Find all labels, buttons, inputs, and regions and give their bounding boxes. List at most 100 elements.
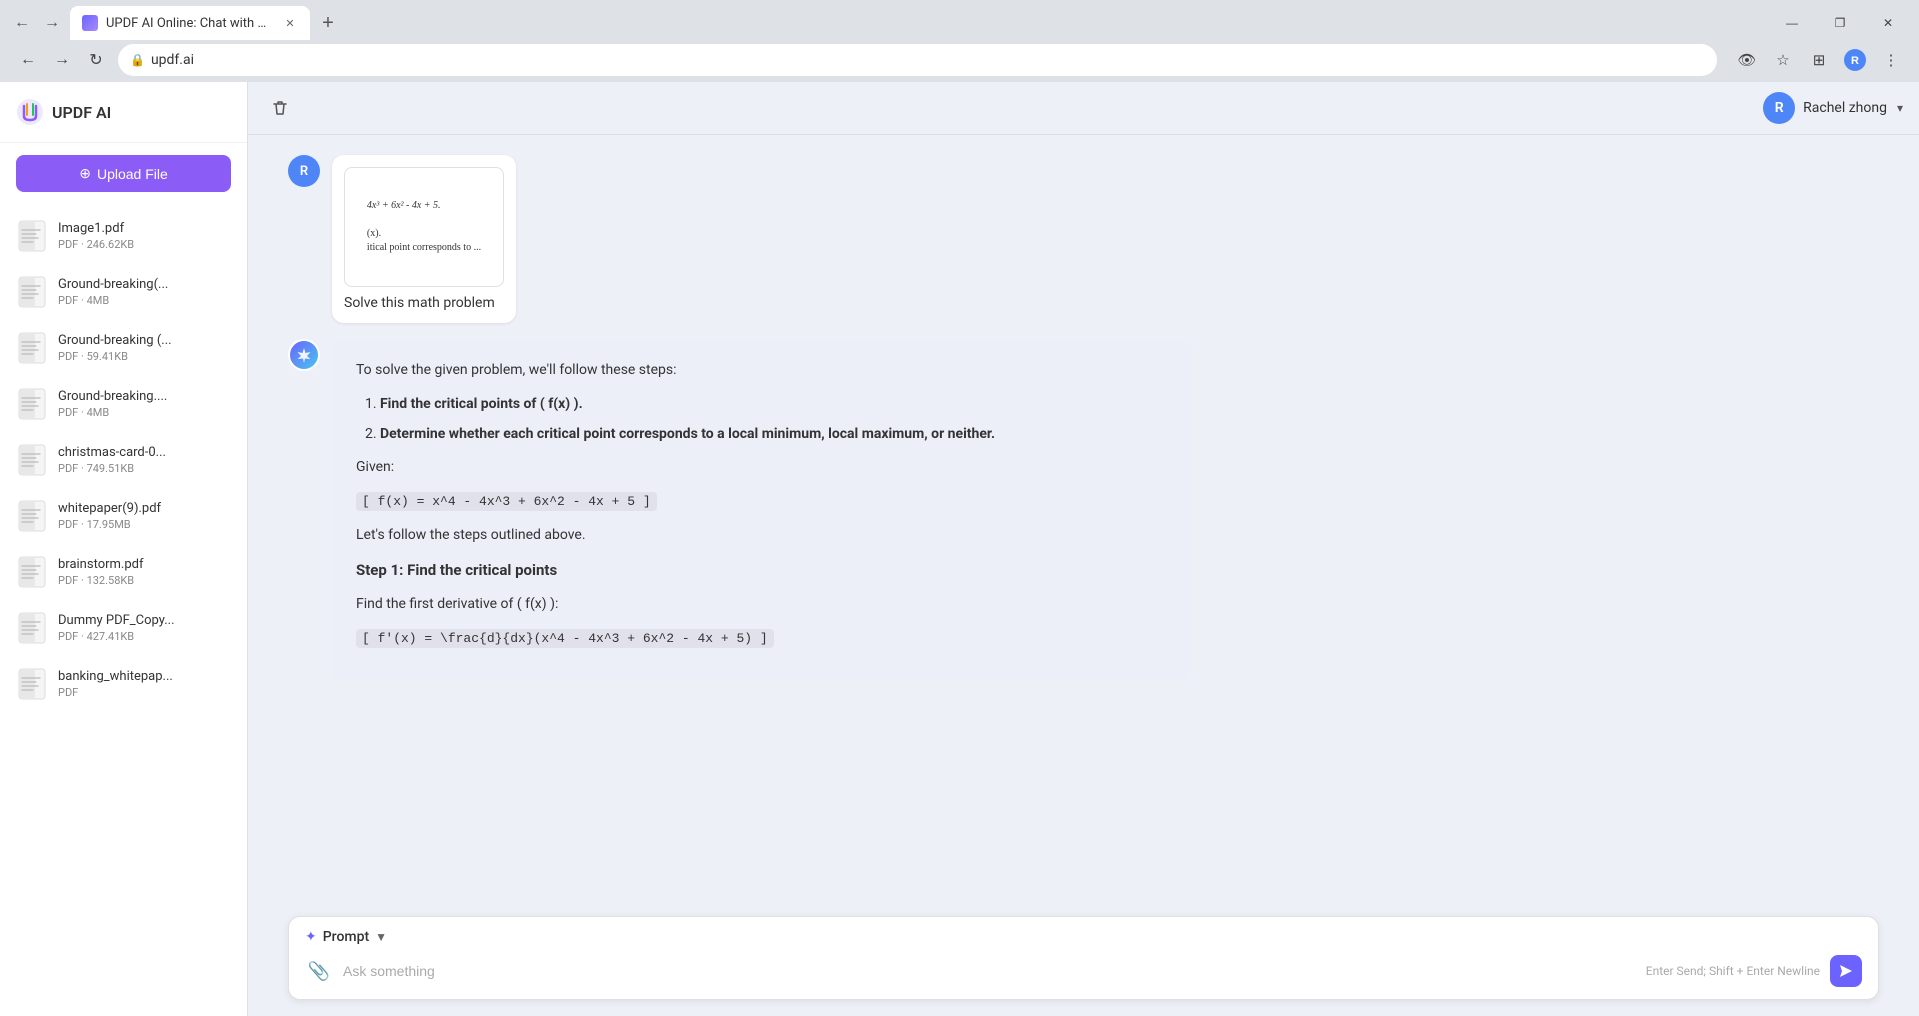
chat-area[interactable]: R 4x³ + 6x² - 4x + 5. (x). itical point … (248, 135, 1919, 904)
maximize-button[interactable]: ❐ (1817, 9, 1863, 37)
chevron-down-icon: ▾ (1897, 101, 1903, 115)
pdf-file-icon (18, 556, 46, 588)
app-container: UPDF AI ⊕ Upload File Image1.pdf PDF · 2… (0, 82, 1919, 1016)
ai-step-2: Determine whether each critical point co… (380, 423, 1168, 447)
back-nav-button[interactable]: ← (12, 44, 44, 76)
forward-nav-button[interactable]: → (46, 44, 78, 76)
math-line-3: itical point corresponds to ... (367, 241, 481, 255)
user-message-text: Solve this math problem (344, 295, 504, 311)
minimize-button[interactable]: — (1769, 9, 1815, 37)
upload-file-button[interactable]: ⊕ Upload File (16, 155, 231, 192)
pdf-file-icon (18, 444, 46, 476)
sidebar: UPDF AI ⊕ Upload File Image1.pdf PDF · 2… (0, 82, 248, 1016)
file-meta: PDF (58, 686, 231, 699)
ai-intro: To solve the given problem, we'll follow… (356, 359, 1168, 383)
user-bubble: 4x³ + 6x² - 4x + 5. (x). itical point co… (332, 155, 516, 323)
file-icon (16, 498, 48, 534)
file-info: christmas-card-0... PDF · 749.51KB (58, 445, 231, 475)
user-message-avatar: R (288, 155, 320, 187)
prompt-dropdown-icon[interactable]: ▼ (375, 930, 387, 944)
svg-text:R: R (1851, 55, 1859, 67)
file-list-item[interactable]: brainstorm.pdf PDF · 132.58KB (0, 544, 247, 600)
app-title: UPDF AI (52, 103, 111, 122)
file-icon (16, 330, 48, 366)
reload-button[interactable]: ↻ (80, 44, 112, 76)
user-avatar: R (1763, 92, 1795, 124)
file-info: brainstorm.pdf PDF · 132.58KB (58, 557, 231, 587)
ai-message-avatar (288, 339, 320, 371)
ai-message: To solve the given problem, we'll follow… (288, 339, 1879, 681)
back-button[interactable]: ← (8, 9, 36, 37)
file-list: Image1.pdf PDF · 246.62KB Ground-breakin… (0, 204, 247, 1016)
browser-tab[interactable]: UPDF AI Online: Chat with PDF ✕ (70, 6, 310, 40)
file-meta: PDF · 17.95MB (58, 518, 231, 531)
file-info: banking_whitepap... PDF (58, 669, 231, 699)
attach-icon: 📎 (308, 961, 330, 982)
file-name: christmas-card-0... (58, 445, 231, 460)
input-area: ✦ Prompt ▼ 📎 Enter Send; Shift + Enter N… (248, 904, 1919, 1016)
ai-step-1: Find the critical points of ( f(x) ). (380, 393, 1168, 417)
logo-icon (16, 98, 44, 126)
tab-close-button[interactable]: ✕ (282, 15, 298, 31)
bookmark-button[interactable]: ☆ (1767, 44, 1799, 76)
send-icon (1838, 963, 1854, 979)
attach-button[interactable]: 📎 (305, 957, 333, 985)
user-info[interactable]: R Rachel zhong ▾ (1763, 92, 1903, 124)
file-list-item[interactable]: Ground-breaking.... PDF · 4MB (0, 376, 247, 432)
file-list-item[interactable]: Image1.pdf PDF · 246.62KB (0, 208, 247, 264)
file-list-item[interactable]: Ground-breaking (... PDF · 59.41KB (0, 320, 247, 376)
navigation-buttons: ← → ↻ (12, 44, 112, 76)
file-meta: PDF · 4MB (58, 294, 231, 307)
forward-button[interactable]: → (38, 9, 66, 37)
main-content: R Rachel zhong ▾ R 4x³ + 6x² - 4x + 5. (248, 82, 1919, 1016)
chat-input[interactable] (343, 963, 1636, 979)
file-info: Ground-breaking (... PDF · 59.41KB (58, 333, 231, 363)
input-box: ✦ Prompt ▼ 📎 Enter Send; Shift + Enter N… (288, 916, 1879, 1000)
file-icon (16, 554, 48, 590)
upload-icon: ⊕ (79, 165, 91, 182)
file-meta: PDF · 59.41KB (58, 350, 231, 363)
file-info: Image1.pdf PDF · 246.62KB (58, 221, 231, 251)
file-name: Dummy PDF_Copy... (58, 613, 231, 628)
file-list-item[interactable]: Ground-breaking(... PDF · 4MB (0, 264, 247, 320)
file-list-item[interactable]: banking_whitepap... PDF (0, 656, 247, 712)
extensions-button[interactable]: ⊞ (1803, 44, 1835, 76)
ai-steps-list: Find the critical points of ( f(x) ). De… (380, 393, 1168, 447)
file-name: Ground-breaking (... (58, 333, 231, 348)
file-list-item[interactable]: whitepaper(9).pdf PDF · 17.95MB (0, 488, 247, 544)
address-bar: ← → ↻ 🔒 updf.ai 👁 ☆ ⊞ R ⋮ (0, 40, 1919, 82)
file-name: Image1.pdf (58, 221, 231, 236)
file-list-item[interactable]: christmas-card-0... PDF · 749.51KB (0, 432, 247, 488)
user-name: Rachel zhong (1803, 100, 1887, 116)
profile-button[interactable]: R (1839, 44, 1871, 76)
math-line-1: 4x³ + 6x² - 4x + 5. (367, 199, 481, 213)
file-icon (16, 274, 48, 310)
file-name: Ground-breaking.... (58, 389, 231, 404)
pdf-preview-content: 4x³ + 6x² - 4x + 5. (x). itical point co… (359, 191, 489, 263)
file-icon (16, 442, 48, 478)
eye-icon-button[interactable]: 👁 (1731, 44, 1763, 76)
url-bar[interactable]: 🔒 updf.ai (118, 44, 1717, 76)
file-info: Ground-breaking(... PDF · 4MB (58, 277, 231, 307)
new-tab-button[interactable]: + (314, 9, 342, 37)
input-row: 📎 Enter Send; Shift + Enter Newline (305, 955, 1862, 987)
pdf-file-icon (18, 276, 46, 308)
input-hint: Enter Send; Shift + Enter Newline (1646, 964, 1820, 978)
file-list-item[interactable]: Dummy PDF_Copy... PDF · 427.41KB (0, 600, 247, 656)
user-message: R 4x³ + 6x² - 4x + 5. (x). itical point … (288, 155, 1879, 323)
ai-bubble: To solve the given problem, we'll follow… (332, 339, 1192, 681)
ai-step1-heading: Step 1: Find the critical points (356, 558, 1168, 584)
sidebar-header: UPDF AI (0, 82, 247, 143)
file-icon (16, 386, 48, 422)
file-meta: PDF · 4MB (58, 406, 231, 419)
trash-icon (271, 99, 289, 117)
file-meta: PDF · 246.62KB (58, 238, 231, 251)
menu-button[interactable]: ⋮ (1875, 44, 1907, 76)
close-button[interactable]: ✕ (1865, 9, 1911, 37)
prompt-label: Prompt (323, 929, 369, 945)
ai-step1-derivative: [ f'(x) = \frac{d}{dx}(x^4 - 4x^3 + 6x^2… (356, 627, 1168, 651)
clear-chat-button[interactable] (264, 92, 296, 124)
pdf-preview: 4x³ + 6x² - 4x + 5. (x). itical point co… (344, 167, 504, 287)
window-controls: — ❐ ✕ (1769, 9, 1911, 37)
send-button[interactable] (1830, 955, 1862, 987)
